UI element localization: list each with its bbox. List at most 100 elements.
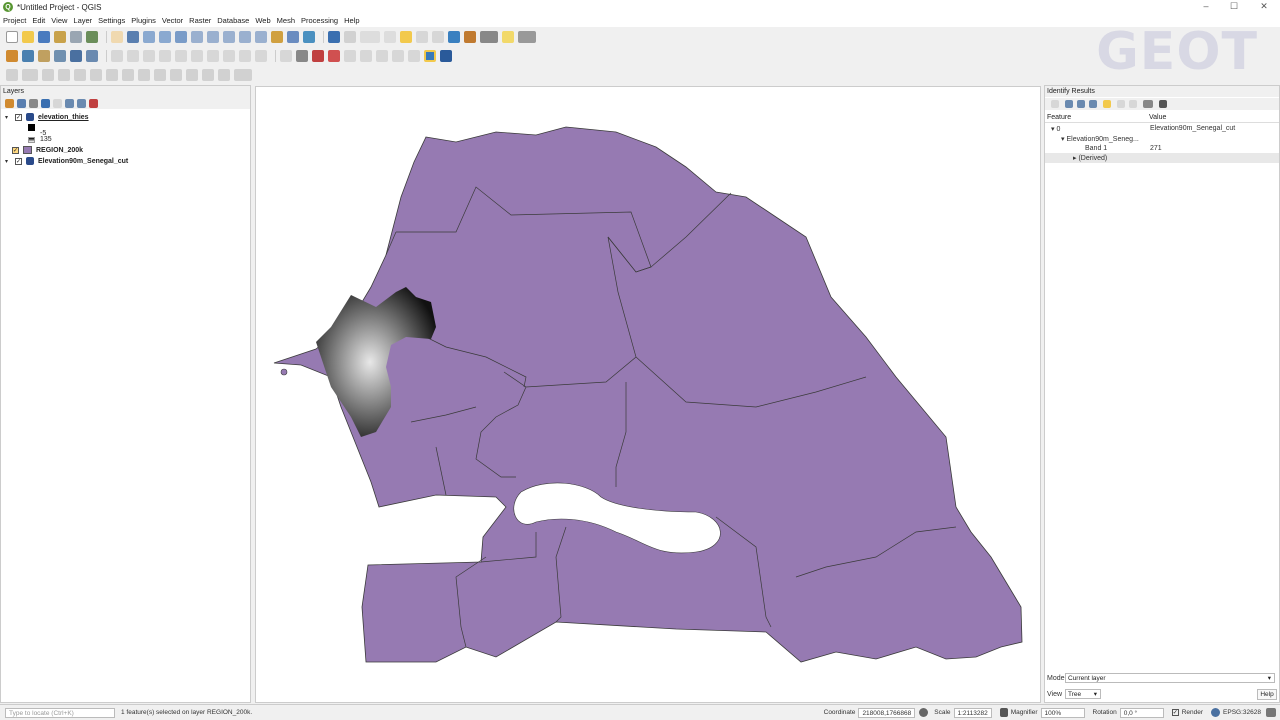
menu-help[interactable]: Help [344, 16, 359, 25]
menu-edit[interactable]: Edit [32, 16, 45, 25]
help-button[interactable]: Help [1257, 689, 1277, 700]
expand-tree-icon[interactable] [1051, 100, 1059, 108]
annotation-icon[interactable] [518, 31, 536, 43]
menu-raster[interactable]: Raster [189, 16, 211, 25]
statistics-sigma-icon[interactable] [464, 31, 476, 43]
toggle-extents-icon[interactable] [919, 708, 929, 717]
redo-icon[interactable] [255, 50, 267, 62]
vertex-tool-icon[interactable] [159, 50, 171, 62]
merge-features-icon[interactable] [186, 69, 198, 81]
menu-processing[interactable]: Processing [301, 16, 338, 25]
rotate-label-icon[interactable] [376, 50, 388, 62]
select-features-icon[interactable] [360, 31, 380, 43]
add-part-icon[interactable] [42, 69, 54, 81]
refresh-icon[interactable] [303, 31, 315, 43]
result-row-2[interactable]: Band 1 [1085, 145, 1107, 152]
layout-manager-icon[interactable] [70, 31, 82, 43]
copy-feature-icon[interactable] [1117, 100, 1125, 108]
split-features-icon[interactable] [154, 69, 166, 81]
map-svg[interactable] [256, 87, 1041, 703]
result-row-3[interactable]: ▸ (Derived) [1073, 154, 1107, 162]
paste-features-icon[interactable] [223, 50, 235, 62]
new-geopackage-icon[interactable] [22, 50, 34, 62]
field-calculator-icon[interactable] [432, 31, 444, 43]
show-labels-icon[interactable] [344, 50, 356, 62]
python-console-icon[interactable] [424, 50, 436, 62]
zoom-out-icon[interactable] [159, 31, 171, 43]
zoom-native-icon[interactable] [223, 31, 235, 43]
filter-legend-icon[interactable] [41, 98, 50, 108]
save-project-icon[interactable] [38, 31, 50, 43]
expand-all-results-icon[interactable] [1065, 100, 1073, 108]
diagram-icon[interactable] [408, 50, 420, 62]
highlight-pinned-icon[interactable] [312, 50, 324, 62]
delete-selected-icon[interactable] [175, 50, 187, 62]
lock-icon[interactable] [999, 708, 1008, 717]
delete-part-icon[interactable] [90, 69, 102, 81]
new-bookmark-icon[interactable] [271, 31, 283, 43]
digitize-icon[interactable] [6, 69, 18, 81]
toggle-editing-icon[interactable] [111, 50, 123, 62]
menu-mesh[interactable]: Mesh [277, 16, 295, 25]
filter-expression-icon[interactable] [53, 98, 62, 108]
add-ring-icon[interactable] [22, 69, 38, 81]
magnifier-field[interactable]: 100% [1040, 707, 1085, 718]
offset-curve-icon[interactable] [122, 69, 134, 81]
copy-features-icon[interactable] [207, 50, 219, 62]
collapse-all-icon[interactable] [77, 98, 86, 108]
menu-web[interactable]: Web [255, 16, 270, 25]
expand-arrow-icon[interactable]: ▾ [5, 158, 11, 165]
reverse-line-icon[interactable] [138, 69, 150, 81]
fill-ring-icon[interactable] [58, 69, 70, 81]
menu-settings[interactable]: Settings [98, 16, 125, 25]
render-checkbox[interactable]: ✓ [1171, 709, 1179, 716]
zoom-last-icon[interactable] [239, 31, 251, 43]
layer-region-200k[interactable]: ✓ REGION_200k [12, 146, 83, 154]
zoom-to-layer-icon[interactable] [207, 31, 219, 43]
layer-elevation-thies[interactable]: ▾ ✓ elevation_thies [5, 113, 89, 121]
collapse-all-results-icon[interactable] [1077, 100, 1085, 108]
close-button[interactable]: ✕ [1254, 1, 1274, 13]
add-group-icon[interactable] [17, 98, 26, 108]
new-project-icon[interactable] [6, 31, 18, 43]
expand-arrow-icon[interactable]: ▾ [5, 114, 11, 121]
manage-map-themes-icon[interactable] [29, 98, 38, 108]
add-feature-icon[interactable] [143, 50, 155, 62]
pan-map-icon[interactable] [111, 31, 123, 43]
new-scratch-layer-icon[interactable] [70, 50, 82, 62]
rotate-symbols-icon[interactable] [218, 69, 230, 81]
label-settings-icon[interactable] [296, 50, 308, 62]
actions-icon[interactable] [344, 31, 356, 43]
change-label-icon[interactable] [392, 50, 404, 62]
measure-icon[interactable] [480, 31, 498, 43]
attribute-table-icon[interactable] [416, 31, 428, 43]
clear-results-icon[interactable] [1103, 100, 1111, 108]
new-shapefile-icon[interactable] [38, 50, 50, 62]
menu-view[interactable]: View [51, 16, 67, 25]
undo-icon[interactable] [239, 50, 251, 62]
select-by-value-icon[interactable] [384, 31, 396, 43]
label-toolbar-icon[interactable] [280, 50, 292, 62]
split-parts-icon[interactable] [170, 69, 182, 81]
merge-attributes-icon[interactable] [202, 69, 214, 81]
rotation-field[interactable]: 0,0 ° [1119, 707, 1164, 718]
minimize-button[interactable]: – [1196, 1, 1216, 13]
delete-ring-icon[interactable] [74, 69, 86, 81]
plugin-icon[interactable] [440, 50, 452, 62]
new-spatialite-icon[interactable] [54, 50, 66, 62]
open-layer-styling-icon[interactable] [5, 98, 14, 108]
identify-settings-icon[interactable] [1159, 100, 1167, 108]
menu-layer[interactable]: Layer [73, 16, 92, 25]
save-edits-icon[interactable] [127, 50, 139, 62]
layer-visibility-checkbox[interactable]: ✓ [15, 157, 22, 165]
zoom-in-icon[interactable] [143, 31, 155, 43]
reshape-icon[interactable] [106, 69, 118, 81]
menu-database[interactable]: Database [217, 16, 249, 25]
view-select[interactable]: Tree ▾ [1065, 689, 1101, 699]
identify-mode-icon[interactable] [1143, 100, 1153, 108]
map-canvas[interactable] [255, 86, 1041, 703]
crs-label[interactable]: EPSG:32628 [1223, 709, 1261, 716]
pin-labels-icon[interactable] [328, 50, 340, 62]
mode-select[interactable]: Current layer ▾ [1065, 673, 1275, 683]
simplify-icon[interactable] [234, 69, 252, 81]
